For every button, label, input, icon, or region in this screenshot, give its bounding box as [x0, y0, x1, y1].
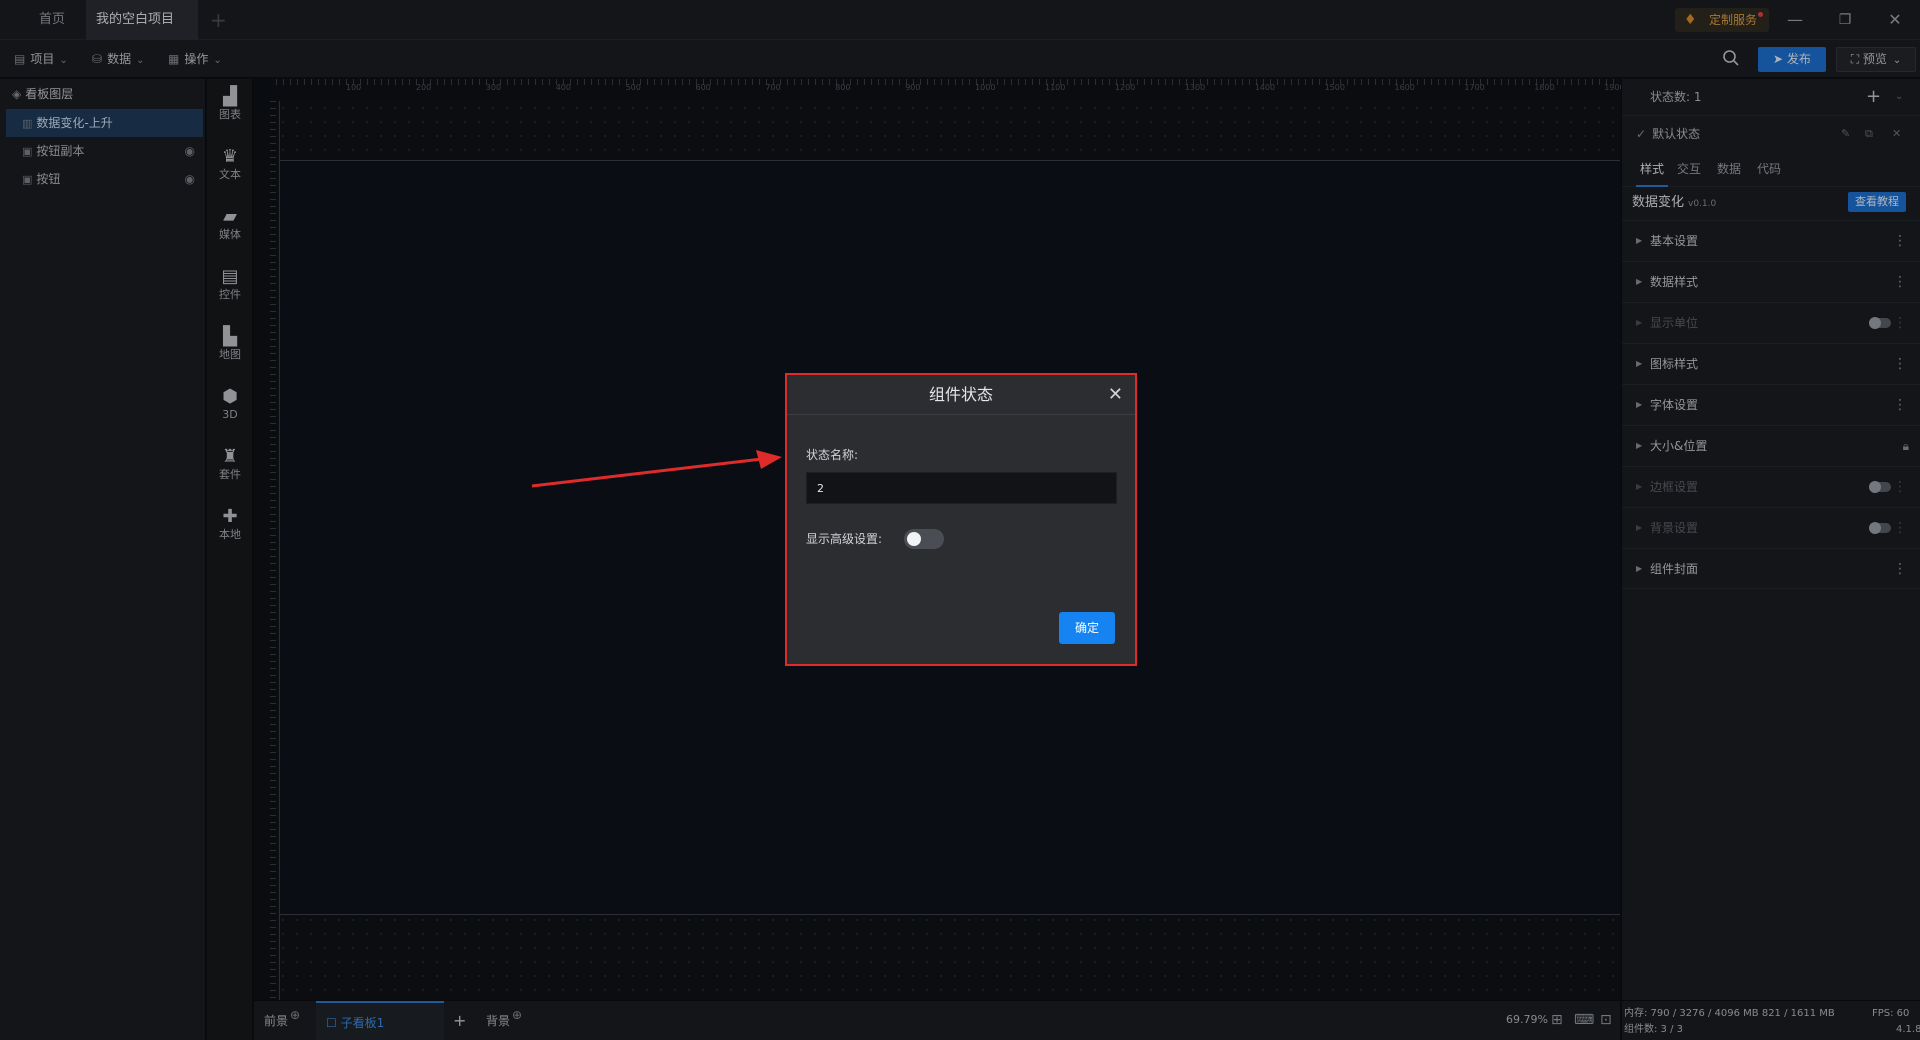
state-name-input[interactable]	[806, 472, 1117, 504]
advanced-settings-toggle[interactable]	[904, 529, 944, 549]
dialog-title: 组件状态	[928, 385, 993, 404]
state-name-label: 状态名称:	[806, 448, 859, 462]
annotation-arrow	[531, 450, 782, 488]
component-state-dialog: 组件状态 ✕ 状态名称: 显示高级设置: 确定	[785, 373, 1137, 666]
dialog-header: 组件状态 ✕	[787, 375, 1135, 415]
close-icon[interactable]: ✕	[1108, 375, 1123, 415]
confirm-button[interactable]: 确定	[1059, 612, 1115, 644]
advanced-settings-label: 显示高级设置:	[806, 532, 883, 546]
toggle-knob	[907, 532, 921, 546]
